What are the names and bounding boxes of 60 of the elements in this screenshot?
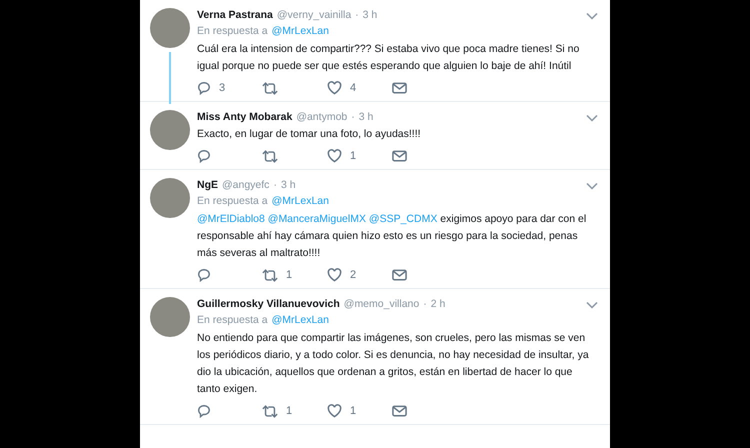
- separator-dot: ·: [355, 8, 359, 23]
- chevron-down-icon[interactable]: [586, 300, 598, 308]
- user-name[interactable]: NgE: [197, 178, 218, 193]
- reply-count: 3: [219, 82, 226, 94]
- mention-link[interactable]: @MrLexLan: [272, 193, 329, 210]
- reply-context-text: En respuesta a: [197, 194, 268, 209]
- chevron-down-icon[interactable]: [586, 182, 598, 190]
- separator-dot: ·: [423, 297, 427, 312]
- tweet-time[interactable]: 3 h: [358, 110, 374, 125]
- like-count: 1: [350, 150, 356, 162]
- chevron-down-icon[interactable]: [586, 114, 598, 122]
- reply-context-text: En respuesta a: [197, 313, 268, 328]
- speech-bubble-icon[interactable]: [197, 404, 211, 418]
- avatar-placeholder[interactable]: [150, 8, 190, 48]
- like-count: 4: [350, 82, 356, 94]
- mention-link[interactable]: @SSP_CDMX: [368, 213, 438, 225]
- separator-dot: ·: [273, 178, 277, 193]
- like-count: 2: [350, 269, 356, 281]
- retweet-count: 1: [286, 405, 292, 417]
- tweet-time[interactable]: 2 h: [430, 297, 446, 312]
- speech-bubble-icon[interactable]: [197, 149, 211, 163]
- mention-link[interactable]: @ManceraMiguelMX: [268, 213, 366, 225]
- envelope-icon[interactable]: [392, 405, 407, 417]
- speech-bubble-icon[interactable]: [197, 81, 211, 95]
- chevron-down-icon[interactable]: [586, 12, 598, 20]
- mention-link[interactable]: @MrElDiablo8: [197, 213, 265, 225]
- retweet-icon[interactable]: [262, 268, 278, 282]
- avatar-placeholder[interactable]: [150, 110, 190, 150]
- tweet-time[interactable]: 3 h: [280, 178, 296, 193]
- user-name[interactable]: Guillermosky Villanuevovich: [197, 297, 340, 312]
- avatar-placeholder[interactable]: [150, 178, 190, 218]
- mention-link[interactable]: @MrLexLan: [272, 312, 329, 329]
- envelope-icon[interactable]: [392, 82, 407, 94]
- user-handle[interactable]: @angyefc: [222, 178, 270, 193]
- envelope-icon[interactable]: [392, 150, 407, 162]
- tweet-text: Cuál era la intension de compartir??? Si estaba vivo que poca madre tienes! Si no igual porque no puede ser que estés esperando que alguien lo baje de ahí! Inútil: [197, 42, 580, 74]
- separator-dot: ·: [351, 110, 355, 125]
- heart-icon[interactable]: [327, 404, 342, 418]
- retweet-count: 1: [286, 269, 292, 281]
- heart-icon[interactable]: [327, 81, 342, 95]
- mention-link[interactable]: @MrLexLan: [272, 23, 329, 40]
- heart-icon[interactable]: [327, 149, 342, 163]
- user-handle[interactable]: @antymob: [296, 110, 348, 125]
- retweet-icon[interactable]: [262, 150, 278, 162]
- envelope-icon[interactable]: [392, 269, 407, 281]
- tweet-text: No entiendo para que compartir las imágenes, son crueles, pero las mismas se ven los periódicos diario, y a todo color. Si es denuncia, no hay necesidad de insultar, ya dio la ubicación, aquellos que ordenan a gritos, están en libertad de hacer lo que tanto exigen.: [197, 331, 590, 397]
- speech-bubble-icon[interactable]: [197, 268, 211, 282]
- user-handle[interactable]: @memo_villano: [344, 297, 420, 312]
- like-count: 1: [350, 405, 356, 417]
- user-name[interactable]: Miss Anty Mobarak: [197, 110, 292, 125]
- user-name[interactable]: Verna Pastrana: [197, 8, 273, 23]
- tweet-text: Exacto, en lugar de tomar una foto, lo ayudas!!!!: [197, 127, 422, 142]
- retweet-icon[interactable]: [262, 82, 278, 94]
- retweet-icon[interactable]: [262, 404, 278, 418]
- user-handle[interactable]: @verny_vainilla: [276, 8, 352, 23]
- avatar-placeholder[interactable]: [150, 297, 190, 337]
- heart-icon[interactable]: [327, 268, 342, 282]
- tweet-text: @MrElDiablo8 @ManceraMiguelMX @SSP_CDMX exigimos apoyo para dar con el responsable ahí hay cámara quien hizo esto es un riesgo para la sociedad, penas más severas al maltrato!!!!: [197, 212, 588, 261]
- tweet-time[interactable]: 3 h: [362, 8, 378, 23]
- reply-context-text: En respuesta a: [197, 24, 268, 39]
